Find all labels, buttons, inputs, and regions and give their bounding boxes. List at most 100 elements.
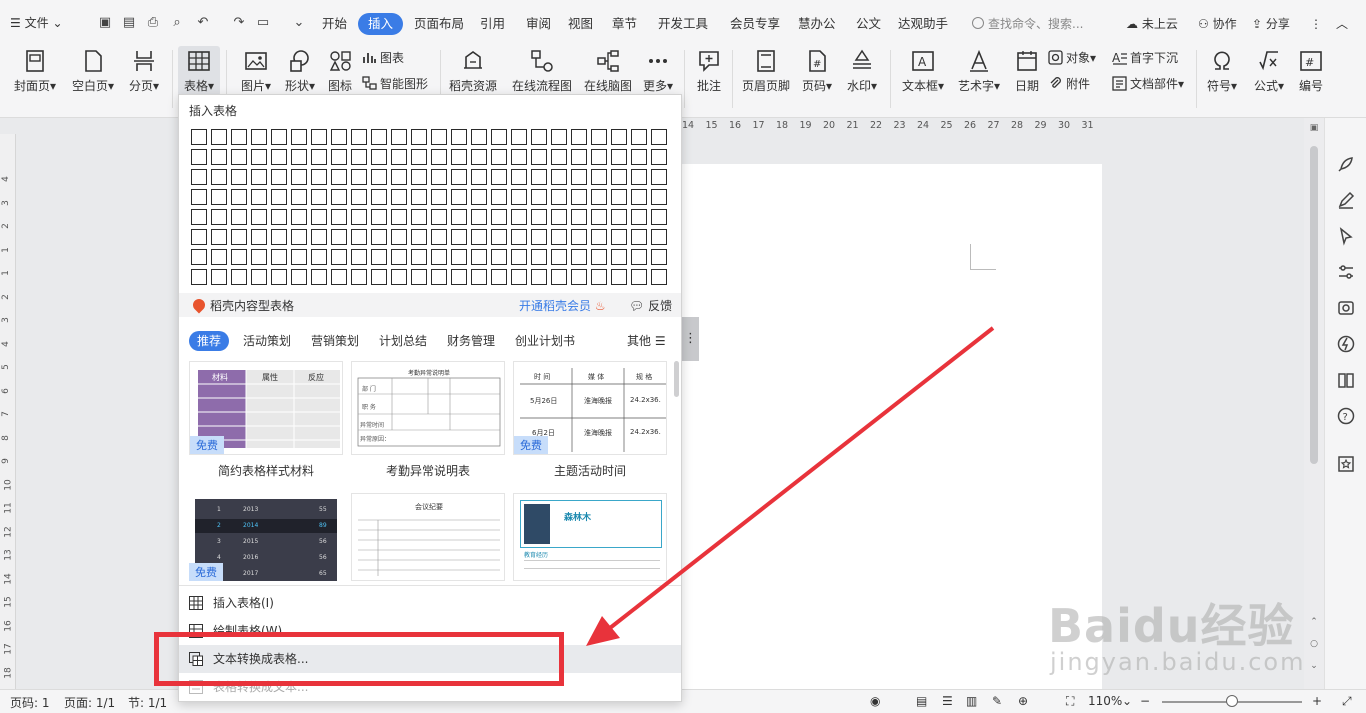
tab-11[interactable]: 达观助手	[892, 13, 954, 35]
table-grid-cell[interactable]	[651, 189, 667, 205]
table-grid-cell[interactable]	[351, 229, 367, 245]
table-grid-cell[interactable]	[531, 169, 547, 185]
table-grid-cell[interactable]	[391, 129, 407, 145]
template-card-dark-table[interactable]: 12013552201489320155642016565201765 免费	[189, 493, 343, 581]
table-grid-cell[interactable]	[371, 149, 387, 165]
table-grid-cell[interactable]	[511, 249, 527, 265]
web-view-icon[interactable]: ⊕	[1018, 694, 1028, 708]
table-grid-cell[interactable]	[431, 149, 447, 165]
table-grid-cell[interactable]	[451, 149, 467, 165]
table-grid-cell[interactable]	[391, 249, 407, 265]
table-grid-cell[interactable]	[191, 129, 207, 145]
tab-8[interactable]: 会员专享	[724, 13, 786, 35]
table-grid-cell[interactable]	[291, 129, 307, 145]
table-grid-cell[interactable]	[191, 249, 207, 265]
blank-page-button[interactable]: 空白页▾	[68, 46, 118, 96]
table-grid-cell[interactable]	[551, 129, 567, 145]
table-grid-cell[interactable]	[351, 209, 367, 225]
table-grid-cell[interactable]	[391, 149, 407, 165]
table-grid-cell[interactable]	[371, 249, 387, 265]
table-grid-cell[interactable]	[231, 129, 247, 145]
table-grid-cell[interactable]	[311, 269, 327, 285]
table-grid-cell[interactable]	[311, 249, 327, 265]
status-page-number[interactable]: 页码: 1	[10, 694, 50, 711]
table-grid-cell[interactable]	[591, 189, 607, 205]
table-grid-cell[interactable]	[651, 149, 667, 165]
docer-resources-button[interactable]: 稻壳资源	[448, 46, 498, 96]
table-grid-cell[interactable]	[551, 229, 567, 245]
template-title[interactable]: 简约表格样式材料	[189, 462, 343, 479]
table-grid-cell[interactable]	[611, 269, 627, 285]
table-grid-cell[interactable]	[571, 249, 587, 265]
print-icon[interactable]: ⎙	[144, 14, 162, 32]
table-grid-cell[interactable]	[251, 189, 267, 205]
table-grid-cell[interactable]	[351, 129, 367, 145]
table-grid-cell[interactable]	[291, 269, 307, 285]
table-grid-cell[interactable]	[551, 169, 567, 185]
table-grid-cell[interactable]	[191, 209, 207, 225]
page-view-icon[interactable]: ▤	[916, 694, 927, 708]
category-tab-4[interactable]: 财务管理	[443, 331, 499, 351]
table-grid-cell[interactable]	[191, 169, 207, 185]
table-grid-cell[interactable]	[531, 269, 547, 285]
table-grid-cell[interactable]	[231, 249, 247, 265]
horizontal-ruler[interactable]: 14 15 16 17 18 19 20 21 22 23 24 25 26 27 28 29 30 31	[680, 118, 1304, 134]
table-grid-cell[interactable]	[651, 269, 667, 285]
template-card-event-schedule[interactable]: 时 间 媒 体 规 格 5月26日 淮海晚报 24.2x36. 6月2日 淮海晚…	[513, 361, 667, 455]
table-grid-cell[interactable]	[471, 129, 487, 145]
table-grid-cell[interactable]	[431, 189, 447, 205]
table-grid-cell[interactable]	[351, 249, 367, 265]
cover-page-button[interactable]: 封面页▾	[10, 46, 60, 96]
pen-icon[interactable]	[1336, 190, 1356, 210]
collapsed-panel-handle[interactable]: ⋮	[682, 317, 699, 361]
table-grid-cell[interactable]	[431, 269, 447, 285]
format-painter-icon[interactable]: ▭	[254, 14, 272, 32]
table-grid-cell[interactable]	[531, 209, 547, 225]
template-card-resume[interactable]: 森林木 教育经历	[513, 493, 667, 581]
page-number-button[interactable]: # 页码▾	[798, 46, 836, 96]
table-grid-cell[interactable]	[411, 229, 427, 245]
chart-button[interactable]: 图表	[362, 48, 404, 68]
table-grid-cell[interactable]	[231, 189, 247, 205]
table-grid-cell[interactable]	[331, 129, 347, 145]
header-footer-button[interactable]: 页眉页脚	[740, 46, 792, 96]
table-grid-cell[interactable]	[551, 189, 567, 205]
flowchart-button[interactable]: 在线流程图	[510, 46, 574, 96]
file-menu[interactable]: ☰ 文件 ⌄	[10, 12, 63, 34]
tab-10[interactable]: 公文	[850, 13, 887, 35]
table-grid-cell[interactable]	[231, 209, 247, 225]
outline-view-icon[interactable]: ☰	[942, 694, 953, 708]
image-tools-icon[interactable]	[1336, 298, 1356, 318]
table-grid-cell[interactable]	[251, 129, 267, 145]
eye-protect-icon[interactable]: ◉	[870, 694, 880, 708]
table-grid-cell[interactable]	[231, 229, 247, 245]
table-grid-cell[interactable]	[611, 169, 627, 185]
table-grid-cell[interactable]	[291, 189, 307, 205]
share-button[interactable]: ⇪ 分享	[1252, 13, 1290, 35]
table-grid-cell[interactable]	[331, 249, 347, 265]
table-grid-cell[interactable]	[411, 189, 427, 205]
template-card-attendance[interactable]: 考勤异常说明单 部 门 职 务 异常时间 异常原因：	[351, 361, 505, 455]
table-grid-cell[interactable]	[411, 249, 427, 265]
table-grid-cell[interactable]	[511, 229, 527, 245]
table-grid-cell[interactable]	[471, 169, 487, 185]
vertical-ruler[interactable]: 4 3 2 1 1 2 3 4 5 6 7 8 9 10 11 12 13 14 15 16 17 18	[0, 134, 16, 689]
tab-5[interactable]: 视图	[562, 13, 599, 35]
more-categories[interactable]: 其他 ☰	[627, 331, 666, 351]
table-grid-cell[interactable]	[471, 249, 487, 265]
picture-button[interactable]: 图片▾	[234, 46, 278, 96]
table-grid-cell[interactable]	[471, 149, 487, 165]
table-grid-cell[interactable]	[291, 209, 307, 225]
table-grid-cell[interactable]	[251, 209, 267, 225]
customize-toolbar-icon[interactable]: ⌄	[290, 14, 308, 32]
table-grid-cell[interactable]	[271, 189, 287, 205]
table-grid-cell[interactable]	[651, 129, 667, 145]
tab-7[interactable]: 开发工具	[652, 13, 714, 35]
table-grid-cell[interactable]	[271, 229, 287, 245]
table-grid-cell[interactable]	[191, 229, 207, 245]
table-grid-cell[interactable]	[371, 189, 387, 205]
table-grid-cell[interactable]	[331, 269, 347, 285]
table-grid-cell[interactable]	[611, 209, 627, 225]
fullscreen-icon[interactable]: ⤢	[1342, 694, 1352, 709]
table-grid-cell[interactable]	[491, 229, 507, 245]
